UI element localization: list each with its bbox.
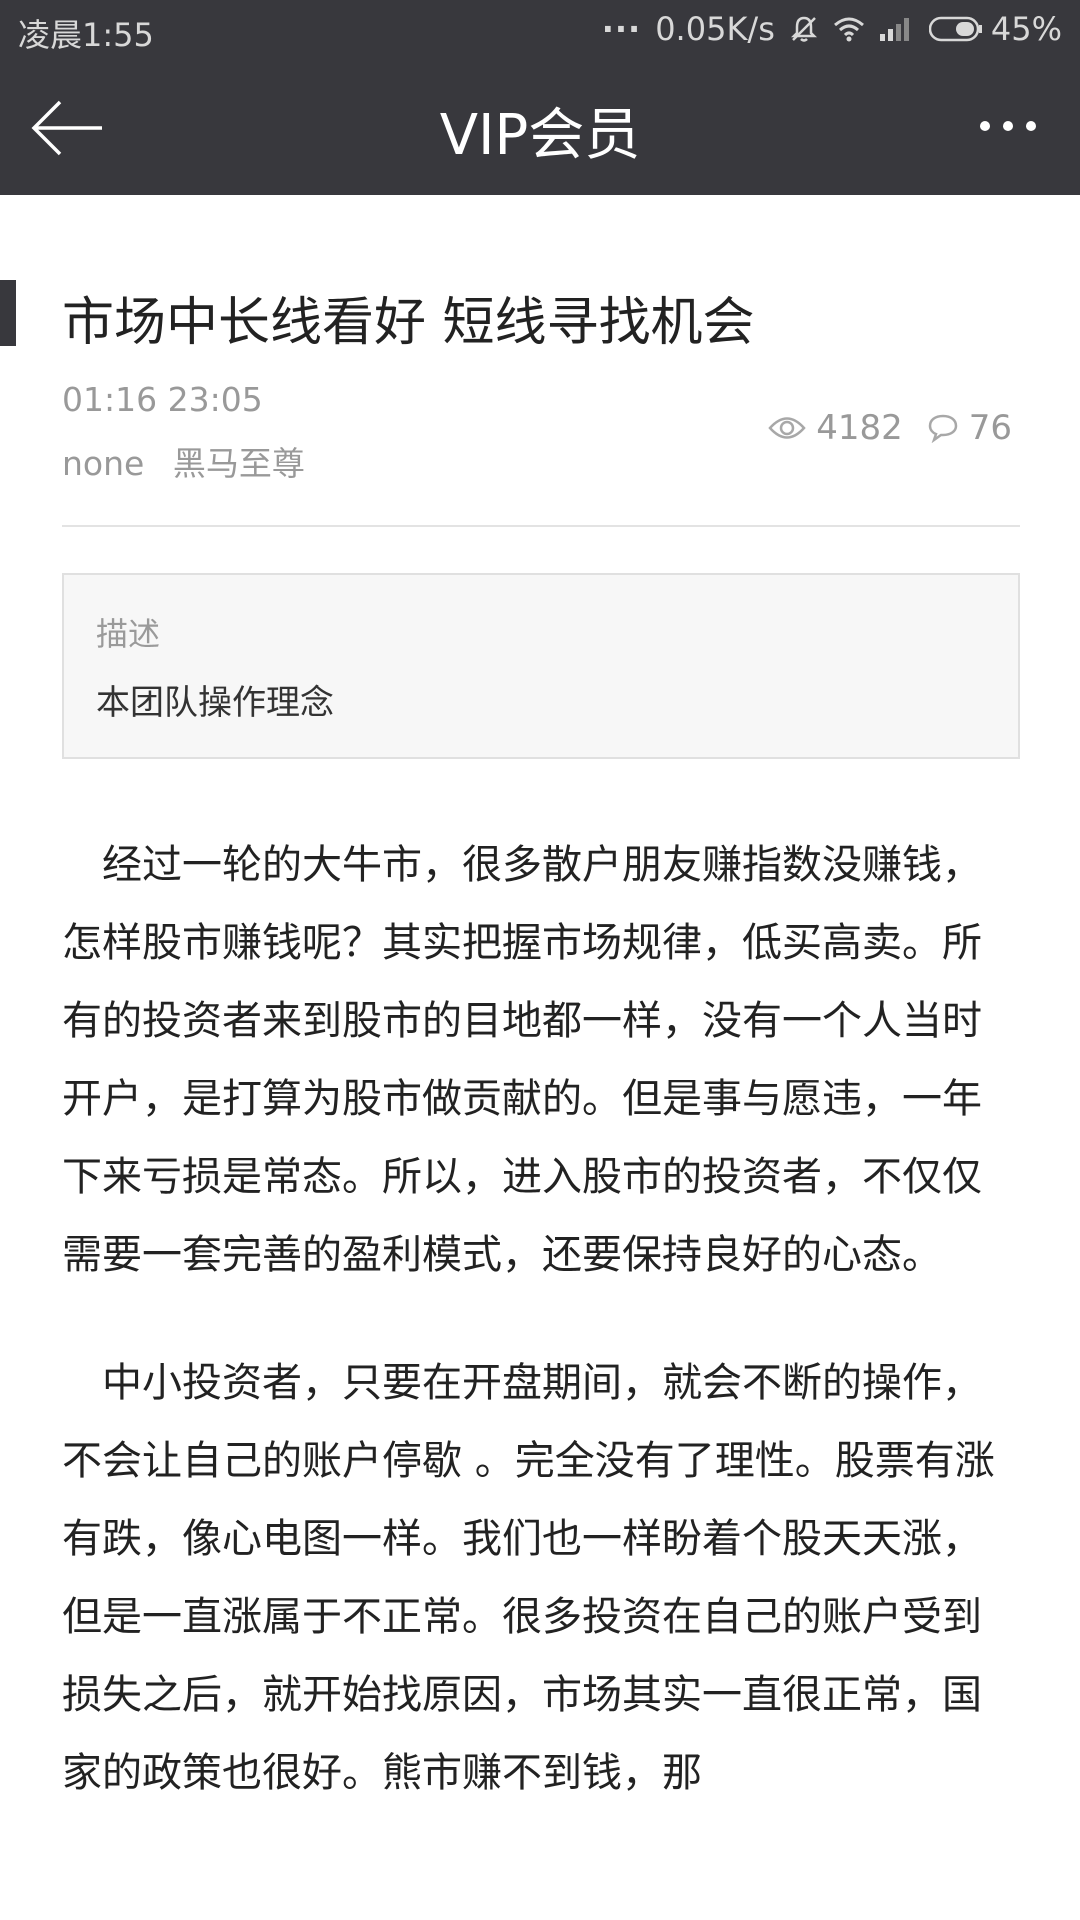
battery-level: 45% [990,10,1062,48]
article-author: 黑马至尊 [172,444,305,483]
divider [62,525,1020,527]
battery: 45% [928,10,1062,48]
article-body: 经过一轮的大牛市，很多散户朋友赚指数没赚钱，怎样股市赚钱呢？其实把握市场规律，低… [62,826,1002,1862]
status-indicators: ··· 0.05K/s 45% [602,10,1062,48]
description-text: 本团队操作理念 [96,683,334,723]
description-label: 描述 [96,615,161,653]
comment-icon[interactable] [927,413,959,443]
article-stats: 4182 76 [768,408,1012,448]
status-time: 凌晨1:55 [18,16,154,54]
mute-bell-icon [789,14,819,44]
comment-count[interactable]: 76 [969,408,1012,448]
article-date: 01:16 23:05 [62,380,263,419]
article-source: none [62,444,145,483]
article-byline: none 黑马至尊 [62,437,305,485]
article-title: 市场中长线看好 短线寻找机会 [62,293,755,353]
battery-icon [928,16,982,42]
wifi-icon [833,15,865,43]
page-title: VIP会员 [439,103,641,168]
status-bar: 凌晨1:55 ··· 0.05K/s 45% [0,0,1080,60]
more-button[interactable] [980,106,1050,146]
article-paragraph: 经过一轮的大牛市，很多散户朋友赚指数没赚钱，怎样股市赚钱呢？其实把握市场规律，低… [62,842,982,1278]
title-accent-bar [0,280,16,346]
notification-dots-icon: ··· [601,10,642,48]
app-bar: VIP会员 [0,60,1080,195]
article-paragraph: 中小投资者，只要在开盘期间，就会不断的操作，不会让自己的账户停歇 。完全没有了理… [62,1360,995,1796]
eye-icon [768,415,806,441]
description-box: 描述 本团队操作理念 [62,573,1020,759]
view-count: 4182 [816,408,903,448]
signal-icon [879,16,915,42]
more-dots-icon [980,121,990,131]
net-speed: 0.05K/s [655,10,775,48]
